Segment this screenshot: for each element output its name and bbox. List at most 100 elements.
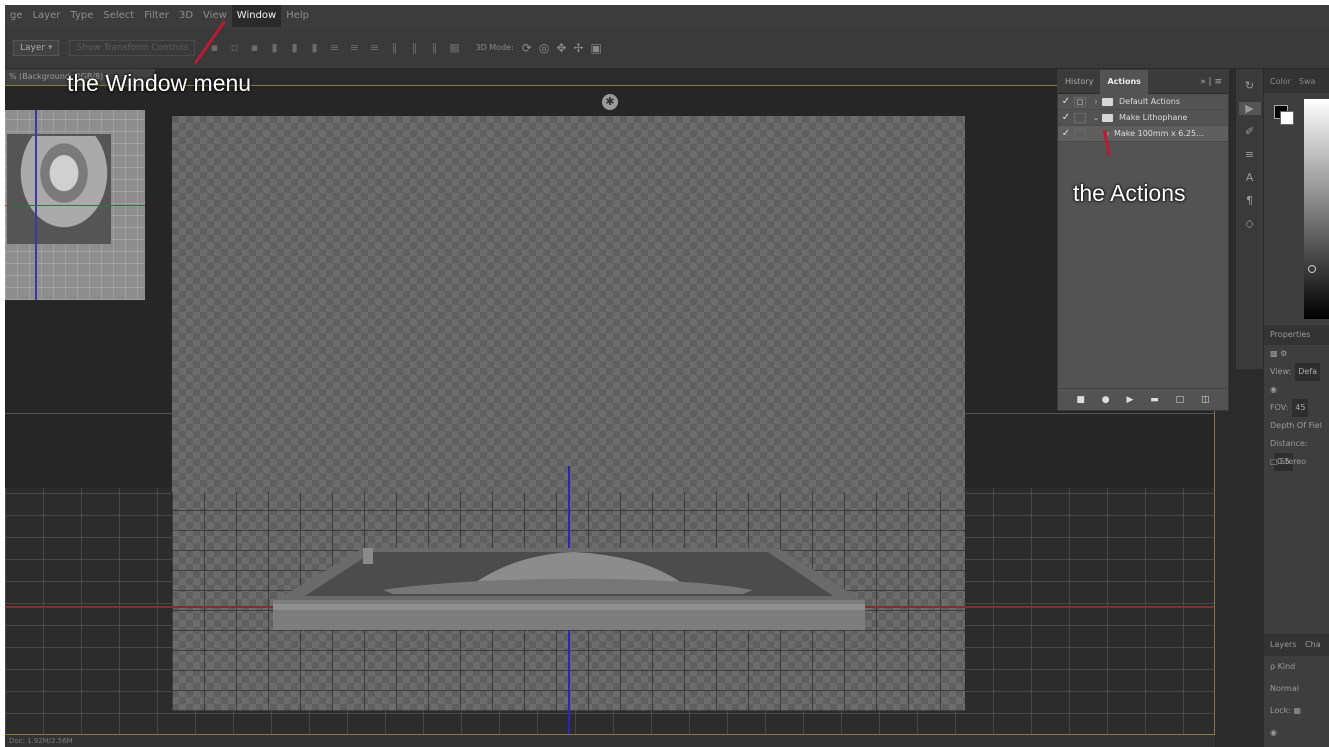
stereo-row[interactable]: □ Stereo xyxy=(1264,453,1329,471)
distance-row: Distance:0.5 xyxy=(1264,435,1329,471)
new-set-icon[interactable]: ▬ xyxy=(1150,395,1159,405)
tab-swatches[interactable]: Swa xyxy=(1299,77,1316,86)
distribute-left-icon[interactable]: ‖ xyxy=(387,41,401,54)
action-set-row[interactable]: ✓ ⌄ Make Lithophane xyxy=(1058,110,1228,126)
dialog-toggle-icon[interactable] xyxy=(1074,128,1086,139)
character-icon[interactable]: A xyxy=(1246,171,1254,184)
align-left-icon[interactable]: ▮ xyxy=(267,41,281,54)
tab-actions[interactable]: Actions xyxy=(1100,69,1148,94)
chevron-right-icon[interactable]: › xyxy=(1090,97,1102,106)
menu-item-image[interactable]: ge xyxy=(5,5,28,27)
orbit-3d-icon[interactable]: ⟳ xyxy=(522,41,532,55)
menu-item-type[interactable]: Type xyxy=(65,5,98,27)
play-icon[interactable]: ▶ xyxy=(1127,395,1134,405)
menu-item-select[interactable]: Select xyxy=(98,5,139,27)
color-picker-handle[interactable] xyxy=(1308,265,1316,273)
brush-icon[interactable]: ✐ xyxy=(1245,125,1254,138)
new-action-icon[interactable]: □ xyxy=(1176,395,1185,405)
slide-3d-icon[interactable]: ✢ xyxy=(573,41,583,55)
background-color-swatch[interactable] xyxy=(1280,111,1294,125)
scale-3d-icon[interactable]: ▣ xyxy=(590,41,601,55)
right-panel-dock: Color Swa Properties ▩ ⚙ View: Defa ◉ FOV… xyxy=(1263,69,1329,747)
history-icon[interactable]: ↻ xyxy=(1245,79,1254,92)
camera-row: ◉ xyxy=(1264,381,1329,399)
layers-panel-tabs: Layers Cha xyxy=(1264,634,1329,656)
color-gradient-field[interactable] xyxy=(1304,99,1329,319)
fov-row: FOV: 45 xyxy=(1264,399,1329,417)
folder-open-icon xyxy=(1102,113,1113,122)
secondary-view-thumbnail[interactable] xyxy=(5,110,145,300)
stop-icon[interactable]: ■ xyxy=(1076,395,1085,405)
menu-item-3d[interactable]: 3D xyxy=(174,5,198,27)
visibility-eye-icon[interactable]: ◉ xyxy=(1270,728,1277,737)
settings-icon[interactable]: ⚙ xyxy=(1280,349,1287,358)
properties-panel: Properties ▩ ⚙ View: Defa ◉ FOV: 45 Depth … xyxy=(1264,325,1329,471)
toggle-check-icon[interactable]: ✓ xyxy=(1058,128,1074,139)
thumbnail-x-axis xyxy=(5,205,145,206)
panel-menu-icon[interactable]: » | ≡ xyxy=(1200,77,1222,87)
view-select[interactable]: Defa xyxy=(1295,363,1321,381)
lock-pixels-icon[interactable]: ▦ xyxy=(1293,706,1301,715)
tab-layers[interactable]: Layers xyxy=(1270,640,1296,649)
menu-item-window[interactable]: Window xyxy=(231,5,282,27)
camera-icon[interactable]: ▩ xyxy=(1270,349,1278,358)
panel-icon-strip: ↻ ▶ ✐ ≡ A ¶ ◇ xyxy=(1235,69,1263,369)
tab-channels[interactable]: Cha xyxy=(1305,640,1321,649)
fov-input[interactable]: 45 xyxy=(1292,399,1309,417)
drag-3d-icon[interactable]: ✥ xyxy=(556,41,566,55)
lock-label: Lock: xyxy=(1270,706,1291,715)
align-center-icon[interactable]: ▮ xyxy=(287,41,301,54)
actions-panel-footer: ■ ● ▶ ▬ □ ◫ xyxy=(1058,388,1228,410)
camera-icons-row: ▩ ⚙ xyxy=(1264,345,1329,363)
toggle-check-icon[interactable]: ✓ xyxy=(1058,112,1074,123)
lithophane-3d-model[interactable] xyxy=(273,544,865,638)
paragraph-icon[interactable]: ¶ xyxy=(1246,194,1253,207)
menu-item-help[interactable]: Help xyxy=(281,5,314,27)
adjust-icon[interactable]: ≡ xyxy=(1245,148,1254,161)
align-middle-icon[interactable]: ▫ xyxy=(227,41,241,54)
action-set-row[interactable]: ✓ □ › Default Actions xyxy=(1058,94,1228,110)
trash-icon[interactable]: ◫ xyxy=(1201,395,1210,405)
light-widget-icon[interactable]: ✱ xyxy=(602,94,618,110)
layer-row[interactable]: ◉ xyxy=(1264,722,1329,744)
view-row: View: Defa xyxy=(1264,363,1329,381)
dialog-toggle-icon[interactable]: □ xyxy=(1074,96,1086,107)
distribute-middle-icon[interactable]: ≡ xyxy=(347,41,361,54)
auto-align-icon[interactable]: ▦ xyxy=(447,41,461,54)
action-set-label: Make Lithophane xyxy=(1119,113,1188,122)
menu-item-view[interactable]: View xyxy=(198,5,232,27)
portrait-preview xyxy=(7,134,111,244)
folder-icon xyxy=(1102,97,1113,106)
3d-cube-icon[interactable]: ◇ xyxy=(1245,217,1253,230)
distribute-center-icon[interactable]: ‖ xyxy=(407,41,421,54)
action-row[interactable]: ✓ › Make 100mm x 6.25... xyxy=(1058,126,1228,142)
actions-panel: History Actions » | ≡ ✓ □ › Default Acti… xyxy=(1057,69,1229,411)
layer-dropdown[interactable]: Layer xyxy=(13,39,60,56)
action-label: Make 100mm x 6.25... xyxy=(1114,129,1204,138)
show-transform-controls[interactable]: Show Transform Controls xyxy=(69,39,196,56)
status-bar: Doc: 1.92M/2.56M xyxy=(5,735,1215,747)
lock-row: Lock: ▦ xyxy=(1264,700,1329,722)
chevron-down-icon[interactable]: ⌄ xyxy=(1090,113,1102,122)
menu-item-layer[interactable]: Layer xyxy=(28,5,66,27)
camera-toggle-icon[interactable]: ◉ xyxy=(1270,385,1277,394)
align-bottom-icon[interactable]: ▪ xyxy=(247,41,261,54)
toggle-check-icon[interactable]: ✓ xyxy=(1058,96,1074,107)
menu-item-filter[interactable]: Filter xyxy=(139,5,174,27)
document-canvas-area[interactable]: ✱ xyxy=(5,85,1215,735)
distribute-top-icon[interactable]: ≡ xyxy=(327,41,341,54)
distribute-bottom-icon[interactable]: ≡ xyxy=(367,41,381,54)
align-right-icon[interactable]: ▮ xyxy=(307,41,321,54)
tab-color[interactable]: Color xyxy=(1270,77,1291,86)
dof-title: Depth Of Fiel xyxy=(1270,421,1322,430)
tab-history[interactable]: History xyxy=(1058,70,1100,94)
blend-mode-select[interactable]: Normal xyxy=(1264,678,1329,700)
actions-play-icon[interactable]: ▶ xyxy=(1238,102,1261,115)
kind-filter[interactable]: ρ Kind xyxy=(1264,656,1329,678)
record-icon[interactable]: ● xyxy=(1102,395,1110,405)
action-set-label: Default Actions xyxy=(1119,97,1180,106)
dialog-toggle-icon[interactable] xyxy=(1074,112,1086,123)
distance-label: Distance: xyxy=(1270,439,1308,448)
roll-3d-icon[interactable]: ◎ xyxy=(539,41,549,55)
distribute-right-icon[interactable]: ‖ xyxy=(427,41,441,54)
